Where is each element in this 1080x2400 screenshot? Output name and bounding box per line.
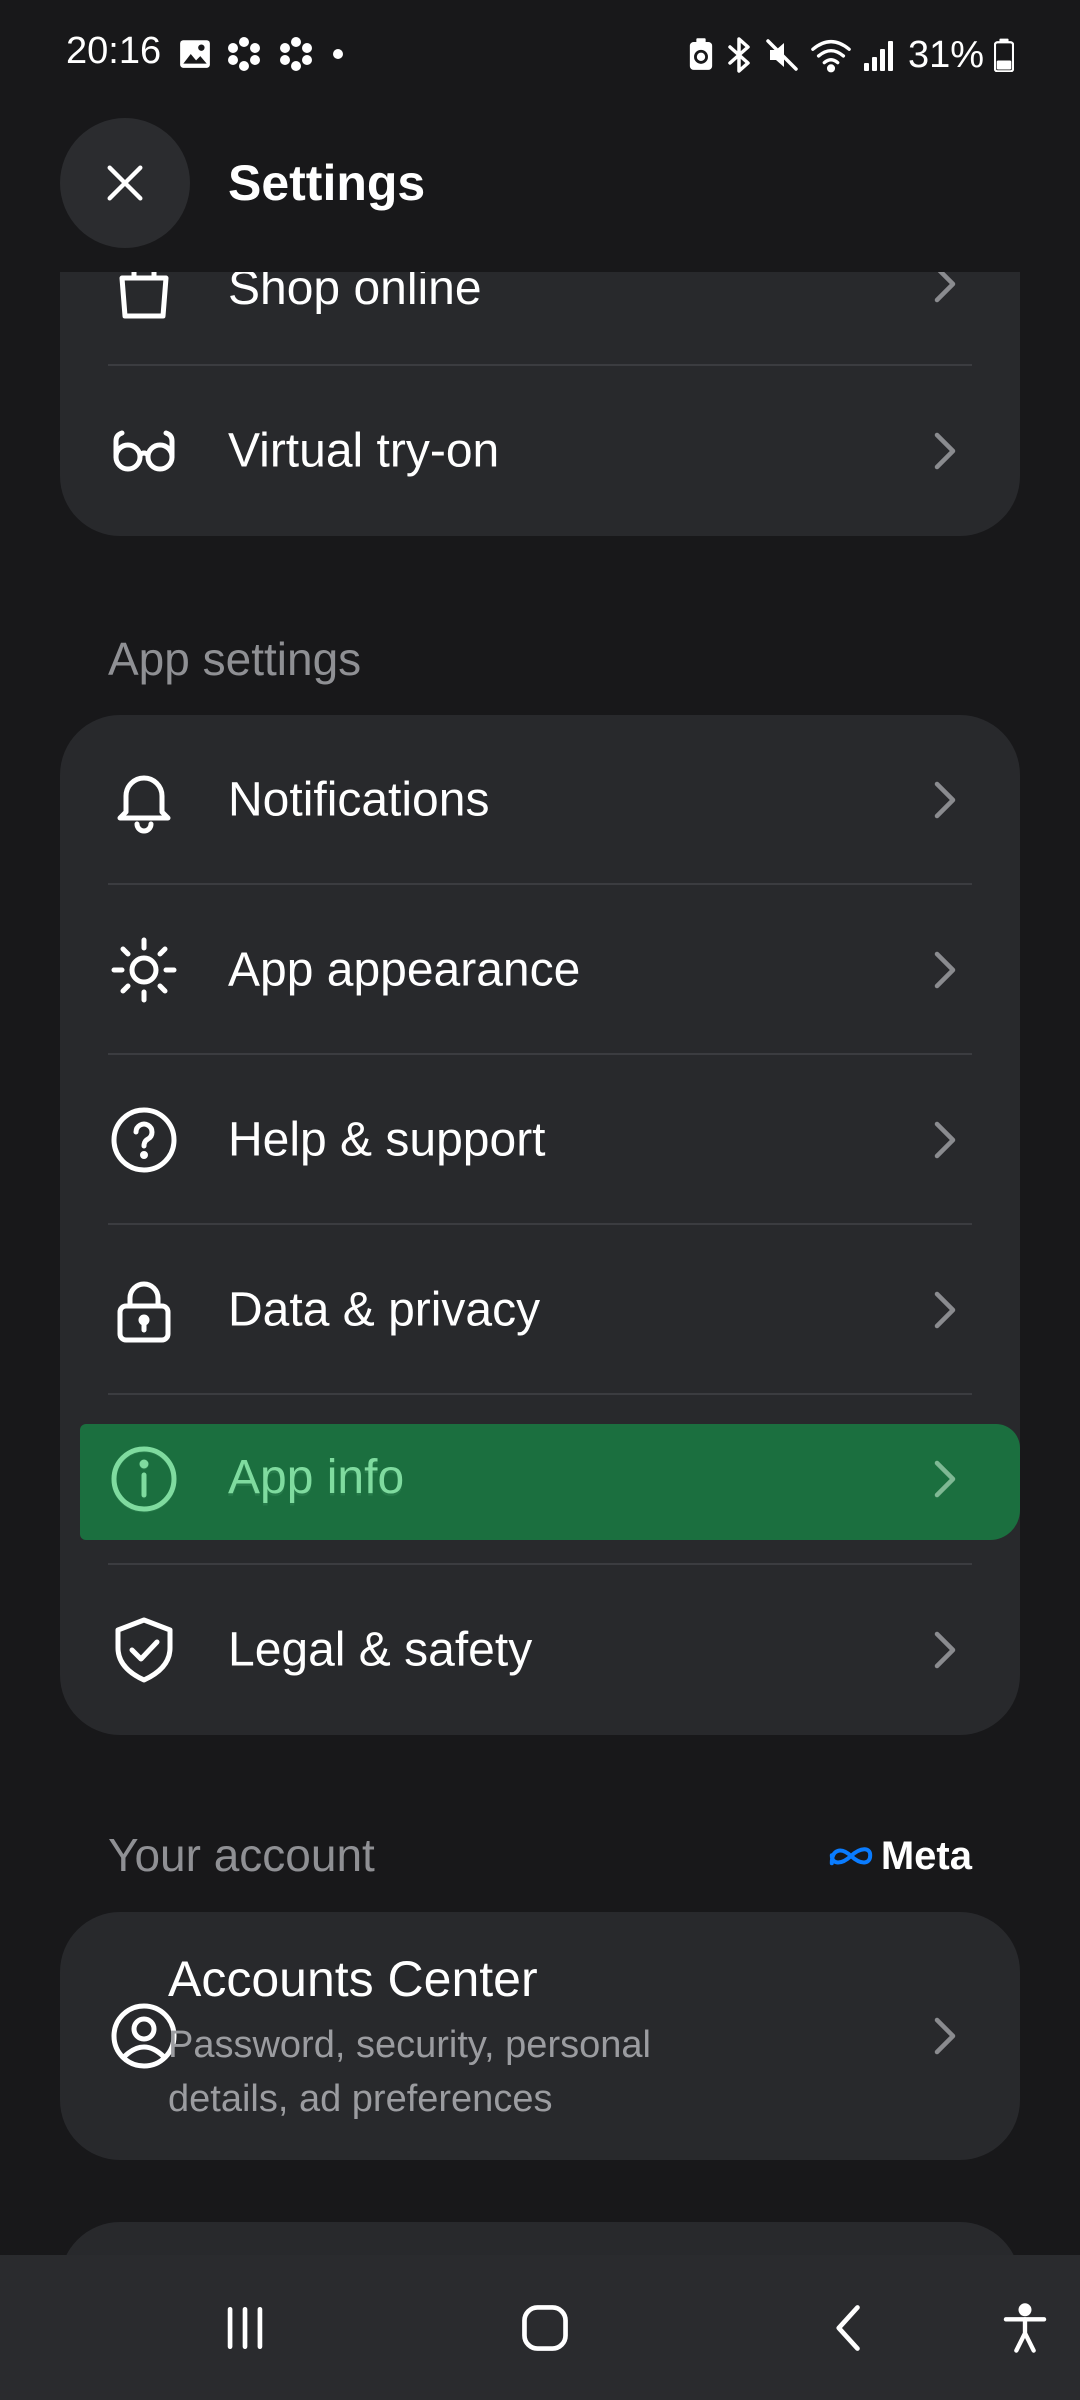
back-icon — [836, 2304, 860, 2351]
page-title: Settings — [228, 155, 426, 211]
bluetooth-icon — [728, 37, 750, 73]
flower-icon — [280, 37, 312, 71]
chevron-right-icon — [928, 1626, 962, 1674]
chevron-right-icon — [928, 2012, 962, 2060]
gallery-icon — [180, 40, 210, 68]
glasses-icon — [108, 415, 180, 487]
help-circle-icon — [108, 1104, 180, 1176]
battery-saver-icon — [689, 38, 713, 70]
row-label: App appearance — [228, 943, 581, 997]
row-help-support[interactable]: Help & support — [60, 1055, 1020, 1225]
shield-check-icon — [108, 1614, 180, 1686]
battery-icon — [994, 38, 1014, 72]
chevron-right-icon — [928, 1286, 962, 1334]
recent-apps-icon — [227, 2306, 263, 2349]
row-label: Notifications — [228, 773, 490, 827]
settings-screen: Shop online Virtual try-on App settings … — [0, 0, 1080, 2400]
recent-apps-button[interactable] — [190, 2255, 300, 2400]
accounts-center-subtitle: Password, security, personal details, ad… — [168, 2024, 651, 2120]
app-info-label[interactable]: App info — [228, 1450, 404, 1505]
accounts-center-title: Accounts Center — [168, 1951, 538, 2007]
navigation-bar — [0, 2255, 1080, 2400]
accessibility-icon — [1003, 2302, 1047, 2353]
home-button[interactable] — [490, 2255, 600, 2400]
status-bar: 20:16 31% — [0, 0, 1080, 110]
home-icon — [522, 2304, 568, 2351]
app-info-highlight — [80, 1424, 1020, 1540]
row-legal-safety[interactable]: Legal & safety — [60, 1565, 1020, 1735]
row-notifications[interactable]: Notifications — [60, 715, 1020, 885]
row-app-appearance[interactable]: App appearance — [60, 885, 1020, 1055]
chevron-right-icon — [928, 427, 962, 475]
system-icons: 31% — [688, 30, 1014, 80]
section-header-app-settings: App settings — [108, 633, 362, 685]
bell-icon — [108, 764, 180, 836]
back-button[interactable] — [795, 2255, 905, 2400]
flower-icon — [228, 37, 260, 71]
meta-brand-text: Meta — [880, 1833, 972, 1878]
row-label: Help & support — [228, 1113, 546, 1167]
settings-scroll-area[interactable]: Shop online Virtual try-on App settings … — [0, 0, 1080, 2255]
row-label: Legal & safety — [228, 1623, 533, 1677]
row-data-privacy[interactable]: Data & privacy — [60, 1225, 1020, 1395]
meta-logo-icon — [829, 1847, 873, 1866]
status-time: 20:16 — [66, 30, 162, 72]
chevron-right-icon — [928, 1455, 962, 1503]
lock-icon — [108, 1274, 180, 1346]
battery-percentage: 31% — [907, 33, 984, 76]
signal-icon — [863, 41, 893, 71]
top-app-bar: Settings — [0, 110, 1080, 272]
close-button[interactable] — [60, 118, 190, 248]
row-virtual-try-on[interactable]: Virtual try-on — [60, 366, 1020, 536]
notification-icons — [178, 34, 348, 74]
accessibility-button[interactable] — [975, 2255, 1075, 2400]
next-card — [60, 2222, 1020, 2255]
section-header-your-account: Your account — [108, 1829, 375, 1881]
wifi-icon — [811, 39, 851, 73]
mute-icon — [766, 39, 798, 71]
chevron-right-icon — [928, 776, 962, 824]
chevron-right-icon — [928, 946, 962, 994]
meta-brand: Meta — [827, 1830, 972, 1882]
chevron-right-icon — [928, 1116, 962, 1164]
close-icon — [107, 165, 143, 201]
sun-icon — [108, 934, 180, 1006]
row-label: Virtual try-on — [228, 424, 500, 478]
app-settings-card: Notifications App appearance Help & supp… — [60, 715, 1020, 1735]
row-label: Data & privacy — [228, 1283, 541, 1337]
info-icon — [108, 1443, 180, 1515]
more-notifications-dot-icon — [333, 49, 343, 59]
